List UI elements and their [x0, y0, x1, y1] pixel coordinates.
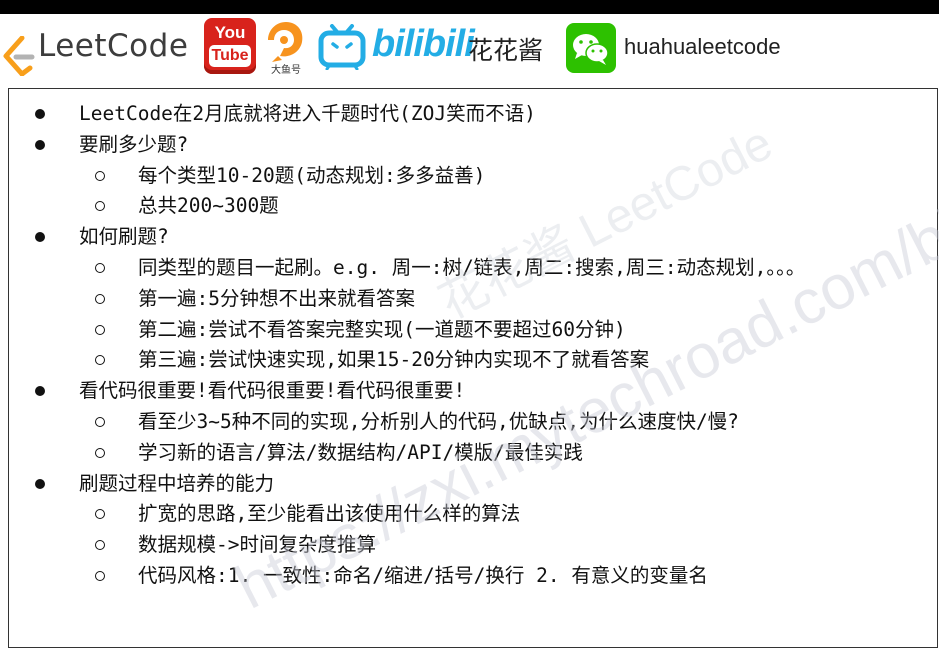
outline-subitem: 学习新的语言/算法/数据结构/API/模版/最佳实践 [138, 440, 583, 464]
sub-bullet-circle [95, 447, 105, 458]
sub-bullet-circle [95, 170, 105, 181]
wechat-id: huahualeetcode [624, 34, 781, 59]
outline-subitem: 看至少3~5种不同的实现,分析别人的代码,优缺点,为什么速度快/慢? [138, 410, 739, 433]
douyu-label: 大鱼号 [271, 65, 301, 76]
sub-bullet-circle [95, 293, 105, 304]
sub-bullet-circle [95, 263, 105, 273]
outline-item: 如何刷题? [79, 225, 169, 249]
outline-subitem: 数据规模->时间复杂度推算 [138, 533, 376, 557]
sub-bullet-circle [95, 324, 105, 335]
channel-name: 花花酱 [468, 36, 544, 65]
youtube-tube-text: Tube [209, 45, 251, 67]
bullet-dot [35, 109, 45, 119]
outline-item: 看代码很重要!看代码很重要!看代码很重要! [79, 379, 466, 403]
top-black-bar [0, 0, 939, 14]
bullet-dot [35, 478, 45, 489]
wechat-logo[interactable] [566, 23, 616, 73]
wechat-icon [573, 34, 609, 65]
sub-bullet-circle [95, 417, 105, 427]
leetcode-logo-icon [3, 36, 35, 76]
sub-bullet-circle [95, 571, 105, 581]
outline-subitem: 第二遍:尝试不看答案完整实现(一道题不要超过60分钟) [138, 317, 626, 341]
outline-item: LeetCode在2月底就将进入千题时代(ZOJ笑而不语) [79, 102, 536, 125]
outline-subitem: 第三遍:尝试快速实现,如果15-20分钟内实现不了就看答案 [138, 348, 650, 372]
outline-subitem: 同类型的题目一起刷。e.g. 周一:树/链表,周二:搜索,周三:动态规划,。。。 [138, 256, 806, 279]
bilibili-logo-text: bilibili [372, 23, 475, 65]
outline-item: 刷题过程中培养的能力 [79, 471, 275, 495]
bilibili-tv-icon[interactable] [318, 24, 366, 70]
outline-subitem: 代码风格:1. 一致性:命名/缩进/括号/换行 2. 有意义的变量名 [138, 564, 708, 587]
youtube-logo[interactable]: You Tube [204, 18, 256, 74]
outline-item: 要刷多少题? [79, 132, 189, 156]
header-banner: LeetCode You Tube 大鱼号 bilibili 花花酱 huahu… [0, 14, 939, 86]
outline-subitem: 第一遍:5分钟想不出来就看答案 [138, 286, 415, 310]
bullet-dot [35, 139, 45, 150]
outline-subitem: 总共200~300题 [138, 194, 279, 218]
leetcode-logo-text: LeetCode [38, 28, 189, 64]
outline-subitem: 每个类型10-20题(动态规划:多多益善) [138, 163, 486, 187]
outline-subitem: 扩宽的思路,至少能看出该使用什么样的算法 [138, 502, 521, 526]
youtube-you-text: You [214, 23, 246, 42]
